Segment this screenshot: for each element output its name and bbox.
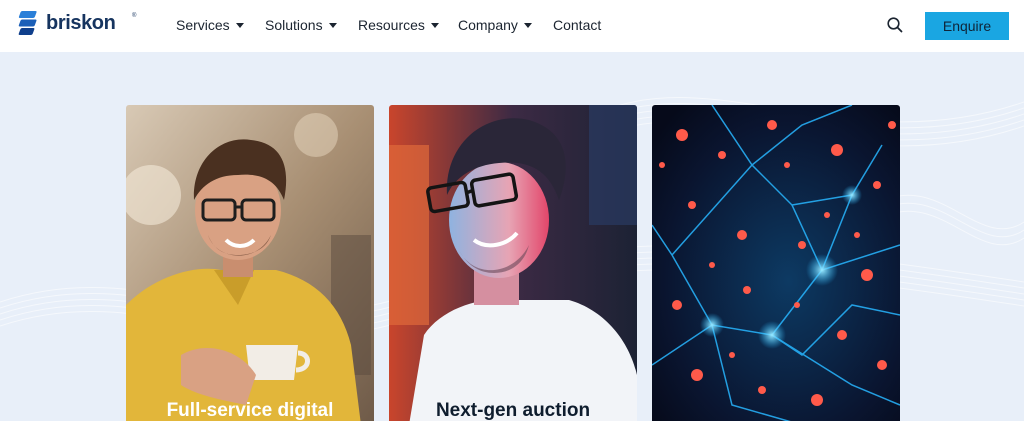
hero-section: Full-service digital Next-gen auction bbox=[0, 52, 1024, 421]
chevron-down-icon bbox=[430, 22, 439, 28]
nav-item-label: Services bbox=[176, 17, 230, 33]
enquire-button[interactable]: Enquire bbox=[925, 12, 1009, 40]
service-card-3[interactable] bbox=[652, 105, 900, 421]
nav-item-label: Contact bbox=[553, 17, 602, 33]
nav-item-label: Company bbox=[458, 17, 518, 33]
chevron-down-icon bbox=[328, 22, 337, 28]
search-button[interactable] bbox=[886, 16, 904, 34]
nav-item-resources[interactable]: Resources bbox=[358, 17, 439, 33]
chevron-down-icon bbox=[235, 22, 244, 28]
search-icon bbox=[887, 17, 903, 33]
nav-item-company[interactable]: Company bbox=[458, 17, 532, 33]
site-header: briskon ® Services Solutions Resources C… bbox=[0, 0, 1024, 52]
card-image-man-with-coffee bbox=[126, 105, 374, 421]
nav-item-solutions[interactable]: Solutions bbox=[265, 17, 337, 33]
service-card-2[interactable]: Next-gen auction bbox=[389, 105, 637, 421]
nav-item-contact[interactable]: Contact bbox=[553, 17, 601, 33]
nav-item-label: Solutions bbox=[265, 17, 323, 33]
card-image-network-nodes bbox=[652, 105, 900, 421]
nav-item-label: Resources bbox=[358, 17, 425, 33]
briskon-logo-icon bbox=[18, 11, 37, 35]
brand-logo[interactable]: briskon ® bbox=[17, 11, 136, 35]
registered-mark: ® bbox=[132, 13, 137, 19]
chevron-down-icon bbox=[523, 22, 532, 28]
card-title: Full-service digital bbox=[166, 400, 334, 421]
card-title: Next-gen auction bbox=[435, 400, 591, 421]
card-image-man-at-computer bbox=[389, 105, 637, 421]
service-card-1[interactable]: Full-service digital bbox=[126, 105, 374, 421]
nav-item-services[interactable]: Services bbox=[176, 17, 244, 33]
brand-name: briskon bbox=[46, 11, 116, 34]
